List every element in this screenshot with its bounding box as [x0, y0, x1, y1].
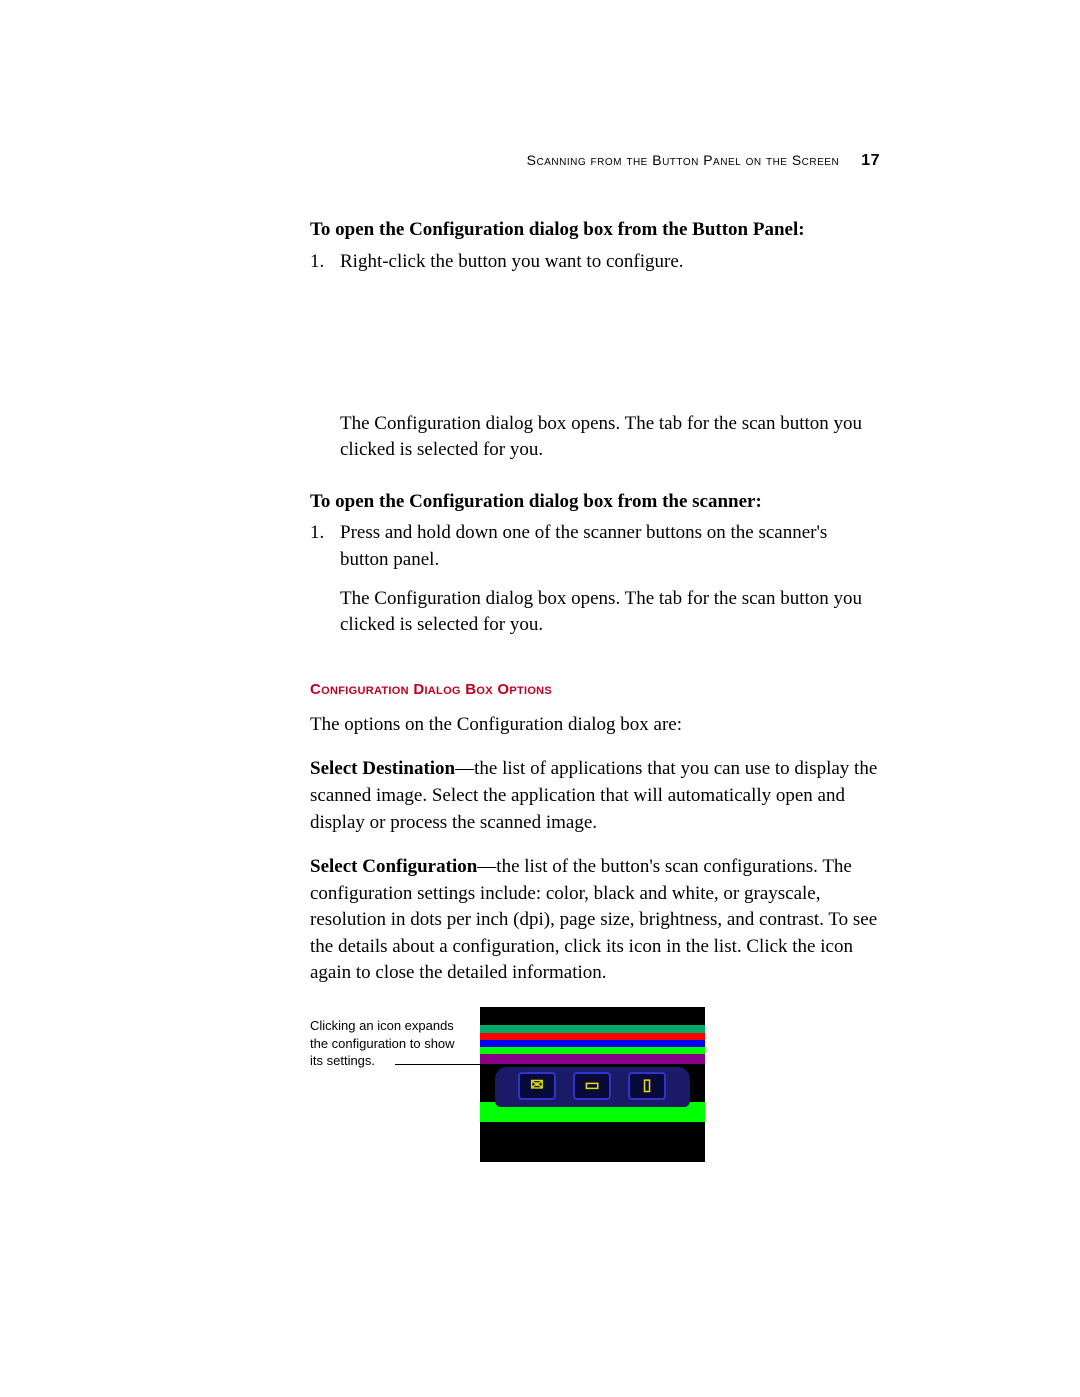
item-text: Press and hold down one of the scanner b…	[340, 520, 880, 573]
scanner-button-icon: ▯	[628, 1072, 666, 1100]
color-stripe	[480, 1047, 705, 1054]
item-text: Right-click the button you want to confi…	[340, 249, 880, 276]
select-configuration-paragraph: Select Configuration—the list of the but…	[310, 854, 880, 987]
scanner-button-icon: ✉	[518, 1072, 556, 1100]
running-head: Scanning from the Button Panel on the Sc…	[527, 152, 840, 168]
scanner-button-icon: ▭	[573, 1072, 611, 1100]
folder-icon: ▭	[584, 1075, 599, 1097]
list-item: 1. Press and hold down one of the scanne…	[310, 520, 880, 573]
color-stripe	[480, 1033, 705, 1040]
scanner-figure: ✉ ▭ ▯	[480, 1007, 705, 1162]
figure-area: Clicking an icon expands the configurati…	[310, 1007, 880, 1162]
page-number: 17	[861, 152, 880, 169]
caption-leader-line	[395, 1064, 480, 1065]
bold-label: Select Configuration	[310, 856, 477, 877]
item-number: 1.	[310, 520, 340, 573]
item-number: 1.	[310, 249, 340, 276]
envelope-icon: ✉	[530, 1075, 543, 1097]
color-stripe	[480, 1025, 705, 1033]
spacer	[310, 284, 880, 399]
intro-paragraph: The options on the Configuration dialog …	[310, 712, 880, 739]
color-stripe	[480, 1054, 705, 1064]
list-item: 1. Right-click the button you want to co…	[310, 249, 880, 276]
page-header: Scanning from the Button Panel on the Sc…	[310, 150, 880, 172]
section-heading-button-panel: To open the Configuration dialog box fro…	[310, 217, 880, 244]
bold-label: Select Destination	[310, 758, 455, 779]
document-icon: ▯	[643, 1075, 652, 1097]
select-destination-paragraph: Select Destination—the list of applicati…	[310, 756, 880, 836]
subsection-heading-config-options: Configuration Dialog Box Options	[310, 679, 880, 700]
body-paragraph: The Configuration dialog box opens. The …	[310, 411, 880, 464]
color-stripe	[480, 1040, 705, 1047]
section-heading-scanner: To open the Configuration dialog box fro…	[310, 489, 880, 516]
figure-caption: Clicking an icon expands the configurati…	[310, 1017, 465, 1070]
body-paragraph: The Configuration dialog box opens. The …	[310, 586, 880, 639]
